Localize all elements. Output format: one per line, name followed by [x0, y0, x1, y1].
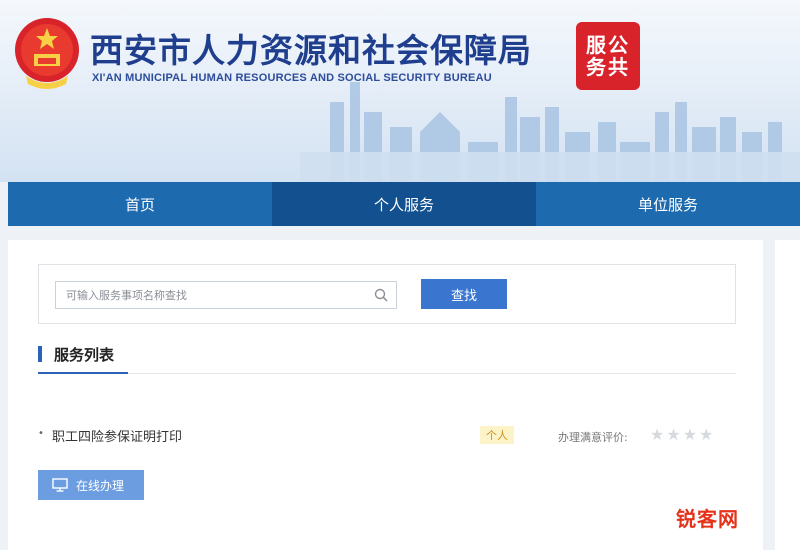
national-emblem-icon	[15, 18, 79, 89]
rating-label: 办理满意评价:	[558, 431, 628, 444]
search-field-wrapper	[55, 281, 397, 309]
city-skyline-image	[300, 82, 800, 182]
search-icon[interactable]	[374, 288, 388, 302]
bullet-icon: •	[38, 428, 44, 439]
site-title-english: XI'AN MUNICIPAL HUMAN RESOURCES AND SOCI…	[92, 72, 492, 84]
star-rating-icons[interactable]: ★★★★	[650, 425, 715, 444]
search-button[interactable]: 查找	[421, 279, 507, 309]
main-panel: 查找 服务列表 • 职工四险参保证明打印 个人 办理满意评价: ★★★★ 在线办…	[8, 240, 763, 550]
nav-item-employer-services[interactable]: 单位服务	[536, 182, 800, 226]
main-nav: 首页 个人服务 单位服务	[8, 182, 800, 226]
service-seal-logo: 服公务共	[576, 22, 640, 90]
header-banner: 西安市人力资源和社会保障局 XI'AN MUNICIPAL HUMAN RESO…	[0, 0, 800, 182]
section-underline	[38, 372, 128, 374]
online-handle-label: 在线办理	[76, 478, 125, 493]
service-type-badge: 个人	[480, 426, 514, 444]
service-name-link[interactable]: 职工四险参保证明打印	[52, 426, 182, 445]
nav-item-personal-services[interactable]: 个人服务	[272, 182, 536, 226]
nav-item-home[interactable]: 首页	[8, 182, 272, 226]
section-accent-bar	[38, 346, 42, 362]
search-panel: 查找	[38, 264, 736, 324]
seal-text: 服公务共	[586, 33, 630, 79]
right-side-panel	[775, 240, 800, 550]
site-title-chinese: 西安市人力资源和社会保障局	[90, 31, 532, 70]
search-input[interactable]	[56, 282, 366, 308]
list-item: • 职工四险参保证明打印 个人 办理满意评价: ★★★★	[38, 420, 736, 450]
online-handle-button[interactable]: 在线办理	[38, 470, 144, 500]
monitor-icon	[52, 478, 68, 492]
section-title: 服务列表	[54, 346, 115, 364]
service-list-header: 服务列表	[38, 340, 736, 374]
watermark-logo: 锐客网	[676, 507, 739, 531]
